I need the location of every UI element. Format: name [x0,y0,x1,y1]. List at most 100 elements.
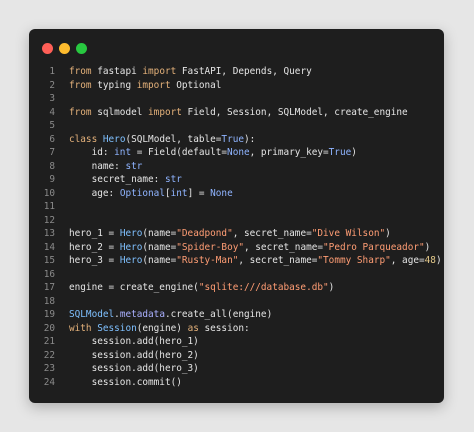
code-line: 1 from fastapi import FastAPI, Depends, Q… [29,65,444,79]
code-token: str [164,174,182,185]
line-number: 24 [43,376,55,388]
code-token: from [69,79,92,91]
code-token: "sqlite:///database.db" [198,282,329,293]
code-token: ) [328,282,335,293]
code-token: secret_name: [69,174,165,185]
code-text: session.add(hero_1) [69,335,199,349]
code-token: = Field(default= [131,147,228,158]
line-number: 11 [43,201,55,212]
maximize-button[interactable] [76,43,87,54]
code-token: (SQLModel, table= [125,133,222,145]
line-number: 18 [43,295,55,307]
code-token: Hero [119,228,143,239]
code-token: import [142,66,177,77]
code-line: 7 id: int = Field(default=None, primary_… [29,146,444,160]
code-token: "Dive Wilson" [311,228,386,239]
code-text: from typing import Optional [69,79,221,93]
code-token: hero_3 = [69,255,120,266]
line-number: 10 [43,187,55,199]
line-number: 4 [49,106,55,118]
line-number: 22 [43,349,55,361]
code-window: 1 from fastapi import FastAPI, Depends, Q… [29,29,444,403]
code-line: 24 session.commit() [29,376,444,390]
code-text: SQLModel.metadata.create_all(engine) [69,308,272,322]
code-line: 3 [29,92,444,106]
code-token: True [328,147,352,158]
code-token: session.add(hero_3) [69,363,199,374]
code-line: 10 age: Optional[int] = None [29,187,444,201]
code-token: Hero [102,133,126,145]
code-token: as [187,322,199,334]
code-token: (name= [142,241,177,253]
line-number: 21 [43,336,55,347]
code-token: , secret_name= [232,228,312,239]
code-token: "Tommy Sharp" [317,255,391,266]
minimize-button[interactable] [59,43,70,54]
code-token: fastapi [91,66,143,77]
line-number: 3 [49,93,55,104]
code-token: session.add(hero_1) [69,336,199,347]
code-token: Session [97,322,137,334]
code-line: 6 class Hero(SQLModel, table=True): [29,133,444,147]
code-token: with [69,322,92,334]
code-line: 9 secret_name: str [29,173,444,187]
code-token: class [69,133,98,145]
code-token: session: [198,322,250,334]
code-text: name: str [69,160,143,174]
code-token: ) [424,241,431,253]
code-token: Optional [170,79,222,91]
code-token: from [69,66,92,77]
code-token: ) [351,147,357,158]
code-text: hero_3 = Hero(name="Rusty-Man", secret_n… [69,254,442,268]
line-number: 7 [49,147,55,158]
code-line: 17 engine = create_engine("sqlite:///data… [29,281,444,295]
code-token: ) [385,228,391,239]
code-line: 14 hero_2 = Hero(name="Spider-Boy", secre… [29,241,444,255]
line-number: 8 [49,160,55,172]
code-line: 18 [29,295,444,309]
line-number: 19 [43,309,55,320]
code-line: 12 [29,214,444,228]
code-token: Hero [119,255,143,266]
line-number: 13 [43,228,55,239]
code-token: "Spider-Boy" [176,241,244,253]
code-text: with Session(engine) as session: [69,322,250,336]
line-number: 15 [43,255,55,266]
code-token: sqlmodel [91,106,149,118]
code-token: int [114,147,132,158]
code-line: 2 from typing import Optional [29,79,444,93]
code-line: 22 session.add(hero_2) [29,349,444,363]
line-number: 16 [43,268,55,280]
code-token: hero_2 = [69,241,120,253]
code-token: "Rusty-Man" [176,255,239,266]
line-number: 1 [49,66,55,77]
line-number: 20 [43,322,55,334]
code-token: engine = create_engine( [69,282,199,293]
code-text: secret_name: str [69,173,182,187]
code-line: 8 name: str [29,160,444,174]
code-line: 19 SQLModel.metadata.create_all(engine) [29,308,444,322]
code-token: , secret_name= [238,255,318,266]
code-token: id: [69,147,115,158]
line-number: 9 [49,174,55,185]
code-token: typing [91,79,137,91]
line-number: 12 [43,214,55,226]
code-token: session.add(hero_2) [69,349,199,361]
code-token: session.commit() [69,376,182,388]
code-editor[interactable]: 1 from fastapi import FastAPI, Depends, Q… [29,65,444,389]
code-token: Field, Session, SQLModel, create_engine [181,106,408,118]
line-number: 17 [43,282,55,293]
code-line: 16 [29,268,444,282]
code-token: (engine) [136,322,188,334]
code-token: , age= [390,255,425,266]
line-number: 5 [49,120,55,131]
code-token: .create_all(engine) [164,309,273,320]
code-token: "Pedro Parqueador" [323,241,425,253]
close-button[interactable] [42,43,53,54]
code-token: name: [69,160,126,172]
code-token: ] = [187,187,211,199]
code-line: 13 hero_1 = Hero(name="Deadpond", secret_… [29,227,444,241]
code-token: (name= [142,255,177,266]
code-token: age: [69,187,120,199]
code-token: from [69,106,92,118]
